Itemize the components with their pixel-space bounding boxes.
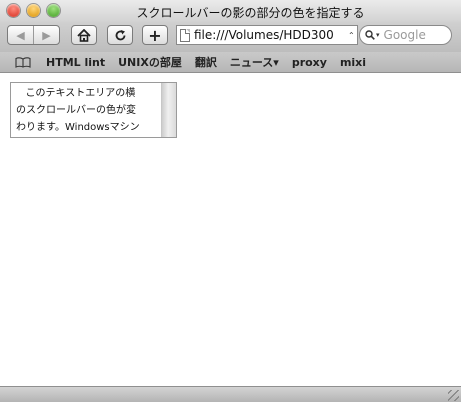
bookmark-mixi[interactable]: mixi xyxy=(340,56,366,69)
search-field[interactable]: ▾ Google xyxy=(359,25,452,45)
text-area[interactable]: このテキストエリアの横 のスクロールバーの色が変 わります。Windowsマシン xyxy=(10,82,177,138)
bookmark-news-menu[interactable]: ニュース▾ xyxy=(230,54,279,70)
home-button[interactable] xyxy=(71,25,97,45)
bookmarks-bar: HTML lint UNIXの部屋 翻訳 ニュース▾ proxy mixi xyxy=(0,52,461,73)
resize-grip-icon[interactable] xyxy=(448,390,459,401)
search-icon xyxy=(365,30,375,40)
forward-arrow-icon: ▶ xyxy=(42,28,51,42)
back-arrow-icon: ◀ xyxy=(16,28,25,42)
url-text: file:///Volumes/HDD300 xyxy=(194,28,334,42)
add-bookmark-button[interactable]: + xyxy=(142,25,168,45)
home-icon xyxy=(77,28,91,42)
search-menu-icon[interactable]: ▾ xyxy=(376,31,380,39)
back-forward-buttons: ◀ ▶ xyxy=(7,25,60,45)
window-title: スクロールバーの影の部分の色を指定する xyxy=(136,6,365,20)
back-button[interactable]: ◀ xyxy=(8,26,33,44)
address-bar[interactable]: file:///Volumes/HDD300 xyxy=(176,25,358,45)
text-area-content: このテキストエリアの横 のスクロールバーの色が変 わります。Windowsマシン xyxy=(16,88,140,133)
toolbar: ◀ ▶ + file:///Volumes/HDD300 ⌃ ▾ Google xyxy=(0,22,461,52)
bookmark-proxy[interactable]: proxy xyxy=(292,56,327,69)
bookmarks-book-icon[interactable] xyxy=(15,56,31,68)
text-area-scrollbar[interactable] xyxy=(161,83,176,137)
reload-icon xyxy=(115,29,125,40)
status-bar xyxy=(0,386,461,402)
bookmark-translate[interactable]: 翻訳 xyxy=(195,54,217,70)
search-placeholder: Google xyxy=(383,28,426,42)
title-bar: スクロールバーの影の部分の色を指定する xyxy=(0,0,461,22)
document-icon xyxy=(180,28,190,42)
forward-button[interactable]: ▶ xyxy=(33,26,59,44)
bookmark-unix[interactable]: UNIXの部屋 xyxy=(118,54,182,70)
bookmark-html-lint[interactable]: HTML lint xyxy=(46,56,105,69)
reload-button[interactable] xyxy=(107,25,133,45)
url-history-icon[interactable]: ⌃ xyxy=(348,31,355,40)
